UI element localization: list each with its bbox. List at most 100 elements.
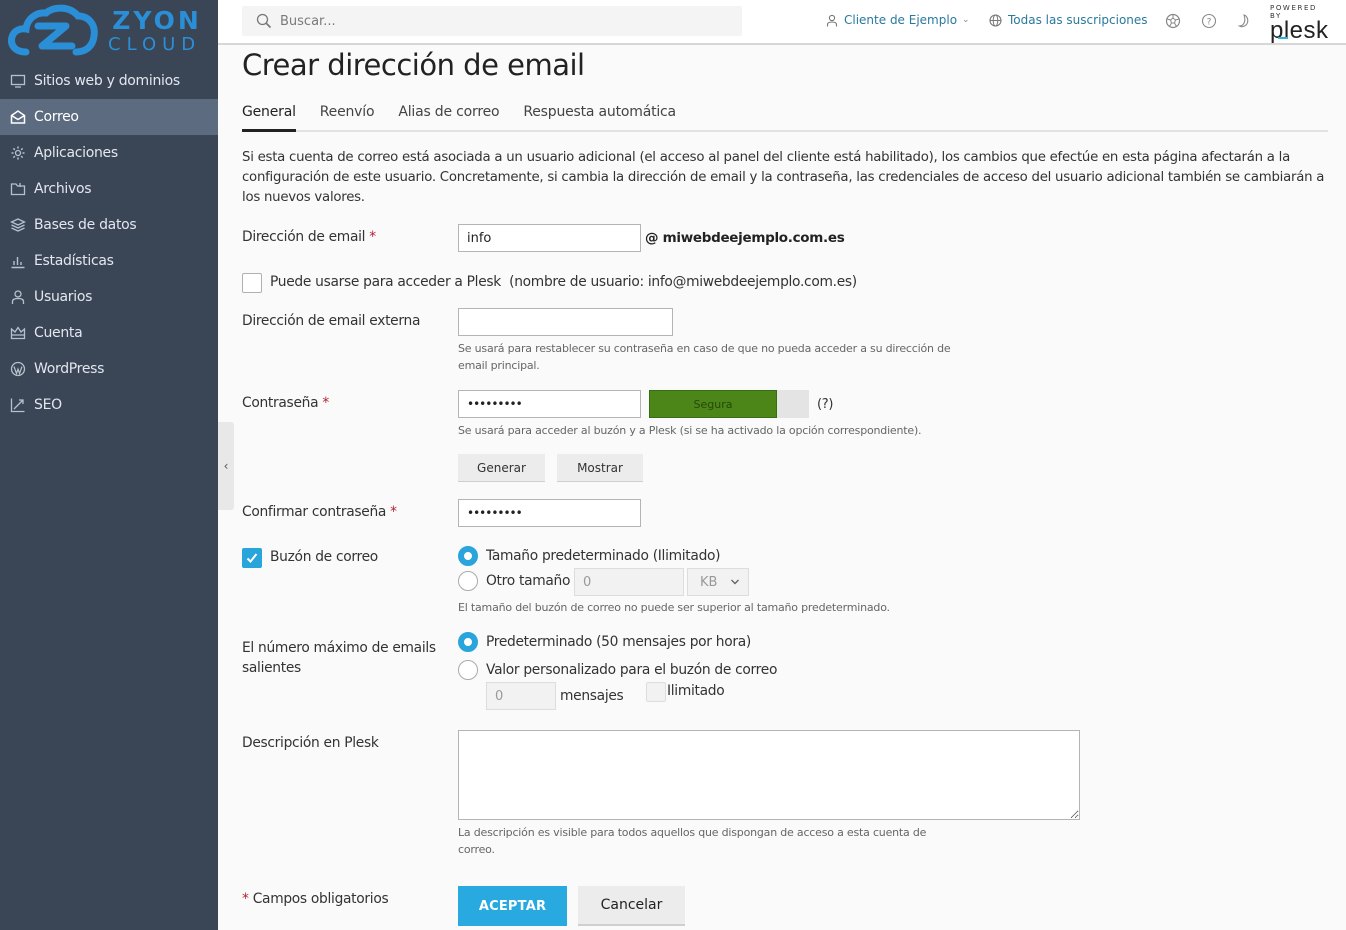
mailbox-checkbox[interactable]	[242, 548, 262, 568]
tab-autoresponder[interactable]: Respuesta automática	[523, 104, 676, 130]
sidebar-item-label: WordPress	[34, 361, 105, 377]
sidebar: ZYON CLOUD Sitios web y dominios Correo …	[0, 0, 218, 930]
search-box[interactable]	[242, 6, 742, 36]
subscriptions-label: Todas las suscripciones	[1008, 13, 1148, 27]
soccer-ball-icon	[1165, 13, 1181, 29]
sidebar-item-files[interactable]: Archivos	[0, 171, 218, 207]
extensions-button[interactable]	[1164, 12, 1182, 30]
cancel-button[interactable]: Cancelar	[578, 886, 685, 926]
checkmark-icon	[246, 553, 258, 563]
mailbox-size-other-label: Otro tamaño	[486, 573, 571, 589]
sidebar-item-databases[interactable]: Bases de datos	[0, 207, 218, 243]
brand-logo[interactable]: ZYON CLOUD	[8, 2, 208, 58]
sidebar-item-label: Bases de datos	[34, 217, 137, 233]
messages-label: mensajes	[560, 688, 624, 704]
chevron-down-icon: ⌄	[962, 15, 970, 25]
sidebar-item-websites[interactable]: Sitios web y dominios	[0, 63, 218, 99]
outgoing-custom-radio[interactable]	[458, 660, 478, 680]
subscriptions-link[interactable]: Todas las suscripciones	[989, 13, 1148, 27]
plesk-access-checkbox[interactable]	[242, 273, 262, 293]
mailbox-size-other-radio[interactable]	[458, 571, 478, 591]
outgoing-custom-label: Valor personalizado para el buzón de cor…	[486, 662, 778, 678]
help-icon: ?	[1201, 13, 1217, 29]
svg-text:?: ?	[1207, 18, 1212, 28]
unlimited-label: Ilimitado	[667, 683, 725, 699]
unit-value: KB	[700, 574, 718, 590]
mailbox-size-default-radio[interactable]	[458, 546, 478, 566]
mailbox-size-default-label: Tamaño predeterminado (Ilimitado)	[486, 548, 721, 564]
plesk-username-note: (nombre de usuario: info@miwebdeejemplo.…	[509, 274, 857, 290]
brand-sub: CLOUD	[108, 34, 202, 55]
user-icon	[10, 289, 26, 305]
mailbox-label: Buzón de correo	[270, 549, 378, 565]
sidebar-item-label: Sitios web y dominios	[34, 73, 180, 89]
globe-icon	[989, 13, 1002, 27]
chevron-left-icon: ‹	[223, 459, 229, 473]
required-mark: *	[390, 504, 397, 520]
mailbox-size-hint: El tamaño del buzón de correo no puede s…	[458, 601, 890, 614]
password-help-link[interactable]: (?)	[817, 397, 833, 412]
search-icon	[256, 13, 272, 29]
top-header: Cliente de Ejemplo ⌄ Todas las suscripci…	[218, 0, 1346, 45]
bar-chart-icon	[10, 253, 26, 269]
sidebar-nav: Sitios web y dominios Correo Aplicacione…	[0, 63, 218, 423]
client-menu[interactable]: Cliente de Ejemplo ⌄	[826, 13, 970, 27]
crown-icon	[10, 325, 26, 341]
sidebar-item-label: Correo	[34, 109, 79, 125]
sidebar-item-applications[interactable]: Aplicaciones	[0, 135, 218, 171]
chevron-down-icon	[731, 579, 739, 585]
outgoing-custom-input[interactable]	[486, 682, 556, 710]
email-domain: @ miwebdeejemplo.com.es	[645, 230, 845, 246]
sidebar-collapse-button[interactable]: ‹	[218, 422, 234, 510]
monitor-icon	[10, 73, 26, 89]
sidebar-item-users[interactable]: Usuarios	[0, 279, 218, 315]
email-local-input[interactable]	[458, 224, 641, 252]
gear-icon	[10, 145, 26, 161]
password-strength-fill: Segura	[649, 390, 777, 418]
tab-general[interactable]: General	[242, 104, 296, 132]
description-textarea[interactable]	[458, 730, 1080, 820]
mailbox-size-input[interactable]	[574, 568, 684, 596]
sidebar-item-wordpress[interactable]: WordPress	[0, 351, 218, 387]
layers-icon	[10, 217, 26, 233]
tab-aliases[interactable]: Alias de correo	[398, 104, 499, 130]
password-strength-meter: Segura	[649, 390, 809, 418]
theme-toggle-button[interactable]	[1236, 12, 1254, 30]
sidebar-item-label: SEO	[34, 397, 62, 413]
cloud-logo-icon	[8, 4, 98, 56]
outgoing-default-label: Predeterminado (50 mensajes por hora)	[486, 634, 751, 650]
sidebar-item-label: Estadísticas	[34, 253, 114, 269]
unlimited-checkbox[interactable]	[646, 682, 666, 702]
confirm-password-label: Confirmar contraseña *	[242, 504, 397, 520]
description-label: Descripción en Plesk	[242, 735, 379, 751]
sidebar-item-mail[interactable]: Correo	[0, 99, 218, 135]
accept-button[interactable]: ACEPTAR	[458, 886, 567, 926]
tab-forwarding[interactable]: Reenvío	[320, 104, 375, 130]
mailbox-size-unit-select[interactable]: KB	[687, 568, 749, 596]
help-button[interactable]: ?	[1200, 12, 1218, 30]
plesk-logo: POWERED BY plesk	[1270, 4, 1332, 43]
outgoing-limit-label: El número máximo de emails salientes	[242, 640, 436, 676]
page-title: Crear dirección de email	[242, 48, 585, 82]
confirm-password-input[interactable]	[458, 499, 641, 527]
description-hint: La descripción es visible para todos aqu…	[458, 826, 927, 856]
outgoing-default-radio[interactable]	[458, 632, 478, 652]
plesk-access-label: Puede usarse para acceder a Plesk (nombr…	[270, 274, 857, 290]
password-input[interactable]	[458, 390, 641, 418]
external-email-input[interactable]	[458, 308, 673, 336]
seo-chart-icon	[10, 397, 26, 413]
user-icon	[826, 14, 838, 27]
sidebar-item-statistics[interactable]: Estadísticas	[0, 243, 218, 279]
external-email-hint: Se usará para restablecer su contraseña …	[458, 342, 951, 372]
sidebar-item-account[interactable]: Cuenta	[0, 315, 218, 351]
sidebar-item-seo[interactable]: SEO	[0, 387, 218, 423]
plesk-underline	[1278, 37, 1288, 39]
generate-password-button[interactable]: Generar	[458, 454, 545, 482]
email-label: Dirección de email *	[242, 229, 376, 245]
sidebar-item-label: Usuarios	[34, 289, 93, 305]
search-input[interactable]	[280, 13, 720, 29]
tabs: General Reenvío Alias de correo Respuest…	[242, 104, 1328, 132]
show-password-button[interactable]: Mostrar	[557, 454, 643, 482]
moon-icon	[1237, 14, 1249, 28]
password-hint: Se usará para acceder al buzón y a Plesk…	[458, 424, 922, 437]
